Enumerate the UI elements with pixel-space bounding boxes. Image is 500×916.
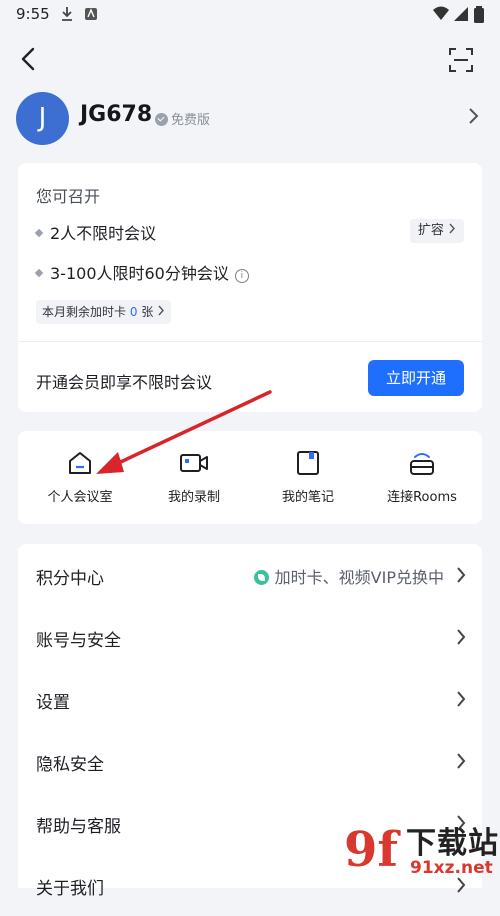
quick-action-label: 个人会议室 [47, 490, 113, 505]
leaf-icon [253, 570, 269, 585]
expand-label: 扩容 [417, 223, 444, 238]
status-time: 9:55 [16, 5, 50, 23]
chevron-right-icon [457, 629, 466, 645]
plan-label: 免费版 [171, 113, 211, 128]
back-arrow-icon[interactable] [16, 46, 42, 72]
chevron-right-icon [469, 108, 479, 124]
bullet-icon [34, 268, 44, 278]
plan-badge: 免费版 [155, 109, 210, 128]
menu-item-subtitle-text: 加时卡、视频VIP兑换中 [274, 568, 444, 587]
quick-action-recording[interactable]: 我的录制 [136, 449, 252, 509]
card-unit: 张 [141, 305, 154, 319]
capacity-card: 您可召开 2人不限时会议 扩容 3-100人限时60分钟会议 i 本月剩余加时卡 … [18, 163, 482, 412]
card-prefix: 本月剩余加时卡 [42, 305, 127, 319]
capacity-title: 您可召开 [36, 187, 101, 206]
expand-capacity-button[interactable]: 扩容 [409, 219, 464, 243]
quick-action-rooms[interactable]: 连接Rooms [364, 449, 480, 509]
chevron-right-icon [457, 567, 466, 583]
battery-icon [474, 6, 484, 23]
watermark-url: 91xz.net [410, 858, 493, 878]
promo-text: 开通会员即享不限时会议 [36, 373, 213, 392]
menu-item-settings[interactable]: 设置 [18, 668, 482, 730]
app-notification-icon [85, 8, 97, 20]
chevron-right-icon [457, 691, 466, 707]
extra-time-card-tag[interactable]: 本月剩余加时卡 0 张 [36, 300, 172, 324]
divider [18, 341, 482, 342]
quick-action-label: 连接Rooms [387, 490, 457, 505]
bullet-icon [34, 228, 44, 238]
scan-icon[interactable] [448, 47, 474, 73]
menu-item-label: 帮助与客服 [36, 817, 121, 837]
nav-bar [0, 38, 500, 82]
download-icon [62, 7, 72, 21]
feature-item: 3-100人限时60分钟会议 i [34, 260, 249, 284]
feature-item: 2人不限时会议 [34, 220, 157, 244]
feature-label: 2人不限时会议 [50, 224, 157, 243]
menu-item-account-security[interactable]: 账号与安全 [18, 606, 482, 668]
username: JG678 [80, 102, 153, 127]
signal-icon [454, 7, 468, 21]
menu-item-label: 隐私安全 [36, 755, 104, 775]
quick-action-personal-room[interactable]: 个人会议室 [22, 449, 138, 509]
menu-item-label: 设置 [36, 693, 70, 713]
quick-actions-card: 个人会议室 我的录制 我的笔记 连接Rooms [18, 431, 482, 524]
menu-item-label: 账号与安全 [36, 631, 121, 651]
rooms-icon [410, 453, 434, 475]
menu-item-label: 关于我们 [36, 879, 104, 899]
menu-item-points-center[interactable]: 积分中心 加时卡、视频VIP兑换中 [18, 544, 482, 606]
watermark-logo: 9f [344, 822, 399, 878]
menu-item-subtitle: 加时卡、视频VIP兑换中 [253, 564, 444, 588]
quick-action-label: 我的录制 [167, 490, 220, 505]
card-count: 0 [129, 305, 138, 319]
quick-action-label: 我的笔记 [281, 490, 334, 505]
avatar: J [16, 92, 69, 145]
meeting-room-icon [69, 452, 91, 474]
notes-icon [297, 451, 319, 475]
feature-label: 3-100人限时60分钟会议 [50, 264, 229, 283]
quick-action-notes[interactable]: 我的笔记 [250, 449, 366, 509]
info-icon[interactable]: i [234, 269, 249, 283]
chevron-right-icon [457, 753, 466, 769]
profile-header[interactable]: J JG678 免费版 [0, 88, 500, 150]
plan-check-icon [155, 113, 168, 126]
open-membership-button[interactable]: 立即开通 [368, 360, 464, 396]
watermark: 9f 下载站 91xz.net [340, 816, 500, 888]
status-bar: 9:55 [0, 0, 500, 30]
wifi-icon [433, 6, 449, 20]
recording-icon [180, 454, 208, 472]
chevron-right-icon [158, 305, 165, 316]
menu-item-label: 积分中心 [36, 569, 104, 589]
chevron-right-icon [449, 223, 455, 234]
watermark-text: 下载站 [406, 826, 499, 861]
menu-item-privacy[interactable]: 隐私安全 [18, 730, 482, 792]
